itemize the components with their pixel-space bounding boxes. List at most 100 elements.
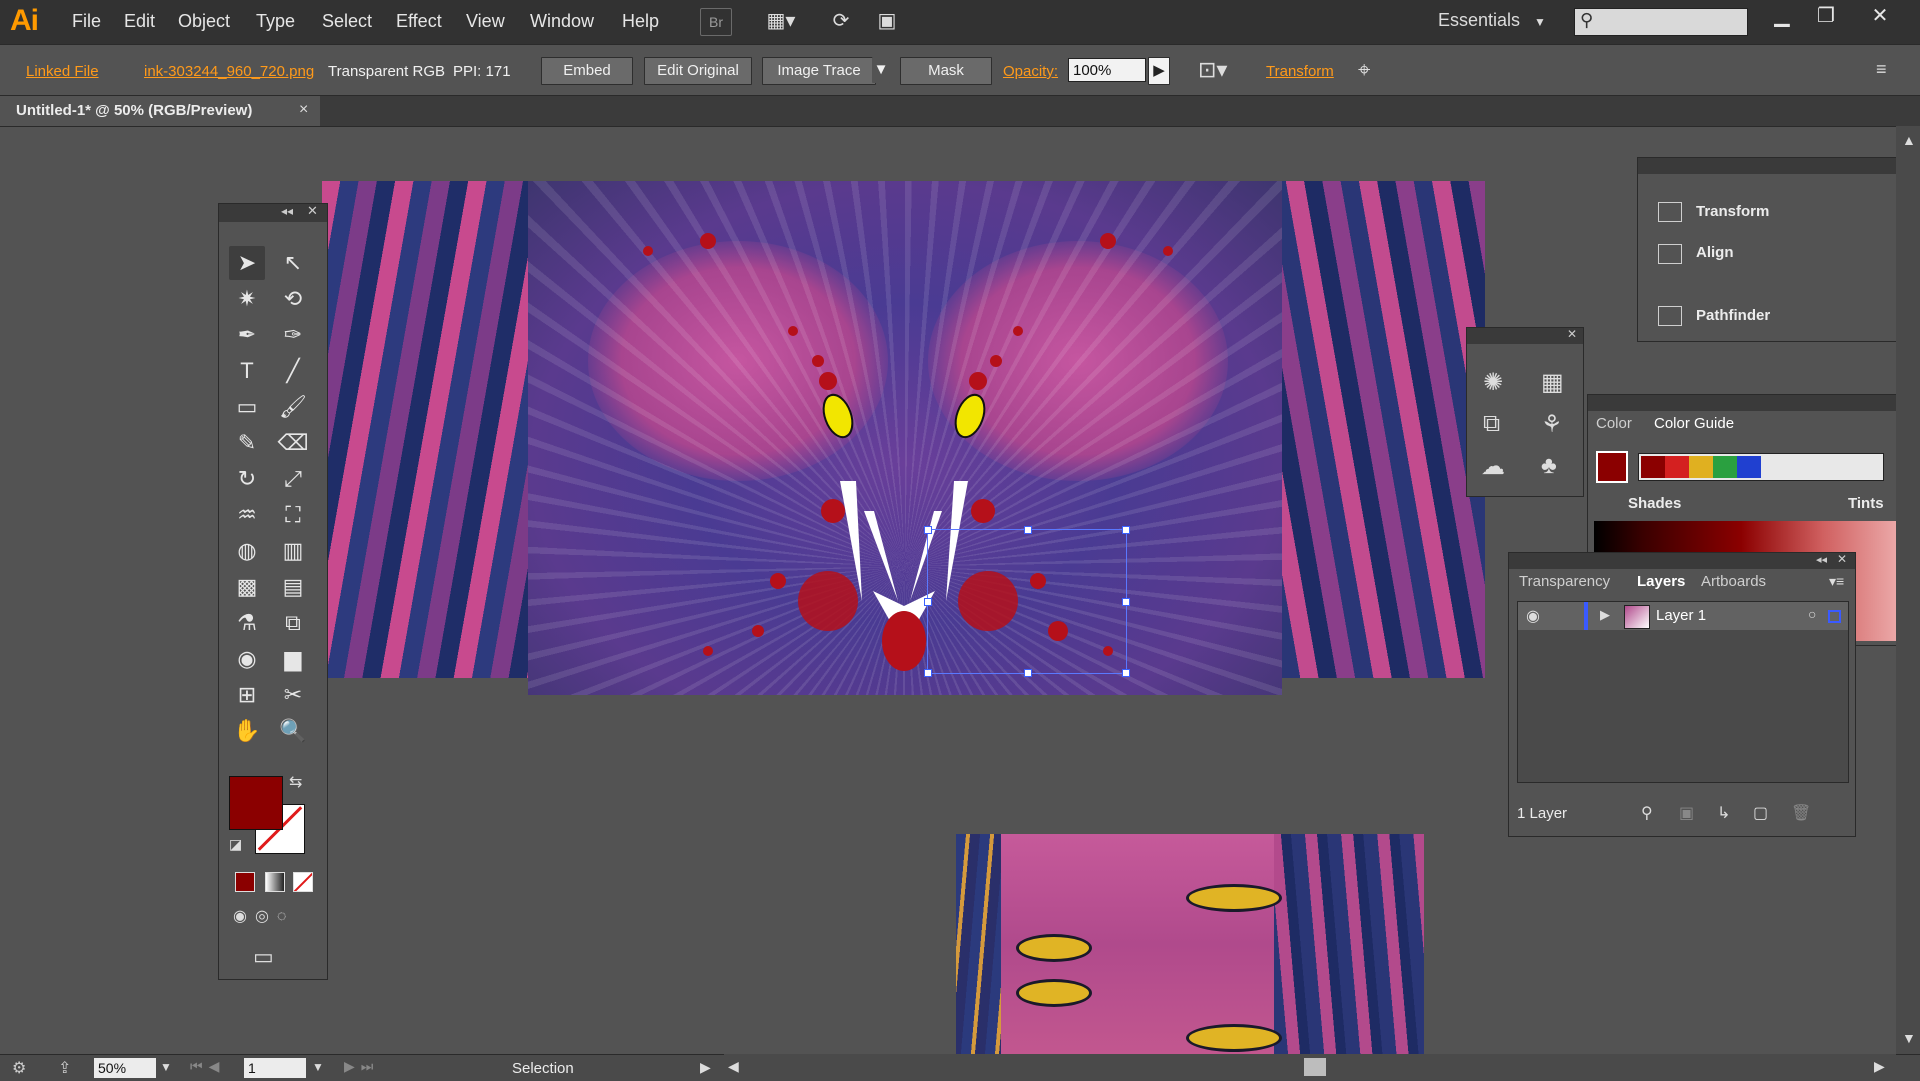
column-graph-tool-icon[interactable]: ▆ <box>275 642 311 676</box>
gpu-performance-icon[interactable]: ⟳ <box>826 8 856 34</box>
selection-handle-left[interactable] <box>924 598 932 606</box>
pathfinder-panel-item[interactable]: Pathfinder <box>1696 307 1770 324</box>
mask-button[interactable]: Mask <box>900 57 992 85</box>
scroll-left-icon[interactable]: ◀ <box>728 1058 739 1075</box>
eye-icon[interactable]: ◉ <box>1526 606 1540 626</box>
type-tool-icon[interactable]: T <box>229 354 265 388</box>
menu-object[interactable]: Object <box>178 11 230 32</box>
transform-panel-item[interactable]: Transform <box>1696 203 1769 220</box>
first-previous-artboard-icon[interactable]: ⏮◀ <box>190 1058 225 1075</box>
tab-artboards[interactable]: Artboards <box>1701 573 1766 590</box>
swatches-panel-icon[interactable]: ▦ <box>1541 368 1564 397</box>
rectangle-tool-icon[interactable]: ▭ <box>229 390 265 424</box>
collapse-panel-icon[interactable]: ◂◂ <box>1816 553 1827 566</box>
status-menu-arrow-icon[interactable]: ▶ <box>700 1059 711 1076</box>
collapse-panel-icon[interactable]: ◂◂ <box>281 204 293 218</box>
zoom-dropdown-icon[interactable]: ▼ <box>160 1060 172 1074</box>
slice-tool-icon[interactable]: ✂ <box>275 678 311 712</box>
artwork-left-strip[interactable] <box>322 181 530 678</box>
edit-original-button[interactable]: Edit Original <box>644 57 752 85</box>
menu-window[interactable]: Window <box>530 11 594 32</box>
horizontal-scrollbar[interactable]: ◀ ▶ <box>724 1054 1896 1080</box>
new-sublayer-icon[interactable]: ↳ <box>1717 803 1730 823</box>
expand-triangle-icon[interactable]: ▶ <box>1600 607 1610 623</box>
free-transform-tool-icon[interactable]: ⛶ <box>275 498 311 532</box>
mesh-tool-icon[interactable]: ▩ <box>229 570 265 604</box>
embed-button[interactable]: Embed <box>541 57 633 85</box>
line-segment-tool-icon[interactable]: ╱ <box>275 354 311 388</box>
gradient-mode-icon[interactable] <box>265 872 285 892</box>
share-icon[interactable]: ▣ <box>872 8 902 34</box>
direct-selection-tool-icon[interactable]: ↖ <box>275 246 311 280</box>
linked-file-link[interactable]: Linked File <box>26 63 99 80</box>
fill-swatch[interactable] <box>229 776 283 830</box>
shape-builder-tool-icon[interactable]: ◍ <box>229 534 265 568</box>
selection-handle-bottom-left[interactable] <box>924 669 932 677</box>
eraser-tool-icon[interactable]: ⌫ <box>275 426 311 460</box>
base-color-swatch[interactable] <box>1596 451 1628 483</box>
lasso-tool-icon[interactable]: ⟲ <box>275 282 311 316</box>
selection-handle-right[interactable] <box>1122 598 1130 606</box>
artboard-number-input[interactable]: 1 <box>244 1058 306 1078</box>
vertical-scrollbar[interactable]: ▲ ▼ <box>1896 126 1920 1054</box>
perspective-grid-tool-icon[interactable]: ▥ <box>275 534 311 568</box>
rotate-tool-icon[interactable]: ↻ <box>229 462 265 496</box>
workspace-switcher[interactable]: Essentials ▼ <box>1438 10 1546 31</box>
locate-object-icon[interactable]: ⚲ <box>1641 803 1653 823</box>
pencil-tool-icon[interactable]: ✎ <box>229 426 265 460</box>
creative-cloud-libraries-icon[interactable]: ☁ <box>1481 452 1505 481</box>
menu-edit[interactable]: Edit <box>124 11 155 32</box>
menu-select[interactable]: Select <box>322 11 372 32</box>
open-document-icon[interactable]: ⇪ <box>58 1058 71 1078</box>
layer-name[interactable]: Layer 1 <box>1656 607 1706 624</box>
align-options-icon[interactable]: ⊡▾ <box>1198 57 1227 83</box>
menu-file[interactable]: File <box>72 11 101 32</box>
harmony-swatch-2[interactable] <box>1665 456 1689 478</box>
help-search-input[interactable]: ⚲ <box>1574 8 1748 36</box>
zoom-tool-icon[interactable]: 🔍 <box>275 714 311 748</box>
magic-wand-tool-icon[interactable]: ✷ <box>229 282 265 316</box>
artboard-dropdown-icon[interactable]: ▼ <box>312 1060 324 1074</box>
selection-handle-bottom[interactable] <box>1024 669 1032 677</box>
menu-type[interactable]: Type <box>256 11 295 32</box>
blend-tool-icon[interactable]: ⧉ <box>275 606 311 640</box>
restore-button[interactable]: ❐ <box>1806 2 1846 30</box>
close-panel-icon[interactable]: ✕ <box>1837 552 1847 566</box>
scroll-down-icon[interactable]: ▼ <box>1902 1030 1916 1046</box>
scale-tool-icon[interactable]: ⤢ <box>275 462 311 496</box>
color-panel-header[interactable]: ▸▸ <box>1588 395 1920 411</box>
selection-handle-top-right[interactable] <box>1122 526 1130 534</box>
transform-panel-icon[interactable] <box>1658 202 1682 222</box>
scroll-right-icon[interactable]: ▶ <box>1874 1058 1885 1075</box>
artboard-tool-icon[interactable]: ⊞ <box>229 678 265 712</box>
eyedropper-tool-icon[interactable]: ⚗ <box>229 606 265 640</box>
menu-help[interactable]: Help <box>622 11 659 32</box>
color-mode-icon[interactable] <box>235 872 255 892</box>
harmony-swatch-3[interactable] <box>1689 456 1713 478</box>
swap-fill-stroke-icon[interactable]: ⇆ <box>289 772 302 792</box>
appearance-panel-icon[interactable]: ✺ <box>1483 368 1503 397</box>
warp-tool-icon[interactable]: ♒ <box>229 498 265 532</box>
trash-icon[interactable]: 🗑 <box>1791 803 1811 823</box>
brushes-panel-icon[interactable]: ⚘ <box>1541 410 1563 439</box>
close-window-button[interactable]: ✕ <box>1860 2 1900 30</box>
default-fill-stroke-icon[interactable]: ◪ <box>229 836 242 853</box>
opacity-input[interactable]: 100% <box>1068 58 1146 82</box>
selection-handle-bottom-right[interactable] <box>1122 669 1130 677</box>
make-clipping-mask-icon[interactable]: ▣ <box>1679 803 1694 823</box>
panel-menu-icon[interactable]: ≡ <box>1876 59 1887 80</box>
scroll-up-icon[interactable]: ▲ <box>1902 132 1916 148</box>
bridge-icon[interactable]: Br <box>700 8 732 36</box>
artwork-main-image[interactable] <box>528 181 1282 695</box>
pen-tool-icon[interactable]: ✒ <box>229 318 265 352</box>
tab-transparency[interactable]: Transparency <box>1519 573 1610 590</box>
selection-indicator-icon[interactable] <box>1828 610 1841 623</box>
zoom-level-input[interactable]: 50% <box>94 1058 156 1078</box>
tools-panel-header[interactable]: ◂◂ ✕ <box>219 203 327 222</box>
layers-panel-header[interactable]: ◂◂ ✕ <box>1509 552 1855 569</box>
dock-panel-header[interactable]: ▸▸ <box>1638 158 1920 174</box>
selection-bounding-box[interactable] <box>924 526 1130 677</box>
tab-color[interactable]: Color <box>1596 415 1632 432</box>
menu-view[interactable]: View <box>466 11 505 32</box>
minimize-button[interactable]: ▁ <box>1762 2 1802 30</box>
